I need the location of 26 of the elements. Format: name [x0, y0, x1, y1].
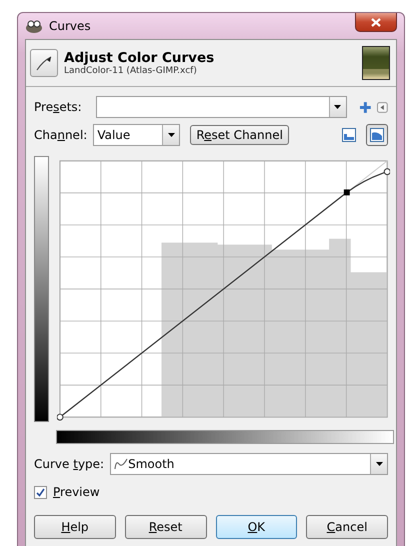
log-histogram-button[interactable] — [366, 124, 388, 146]
presets-label: Presets: — [34, 100, 82, 114]
curves-tool-icon — [30, 49, 58, 77]
curve-type-label: Curve type: — [34, 457, 104, 471]
close-icon — [371, 18, 381, 26]
window-title: Curves — [49, 19, 91, 33]
preview-label: Preview — [53, 485, 100, 499]
app-icon — [25, 19, 43, 33]
smooth-curve-icon — [114, 458, 128, 470]
dialog-button[interactable]: Reset — [124, 515, 206, 539]
close-button[interactable] — [355, 13, 397, 32]
dropdown-arrow-icon — [376, 462, 382, 466]
dropdown-arrow-icon — [168, 133, 175, 137]
channel-label: Channel: — [34, 128, 88, 142]
presets-combo[interactable] — [96, 96, 346, 118]
dropdown-arrow-icon — [334, 105, 341, 109]
dialog-title: Adjust Color Curves — [64, 50, 214, 66]
image-name: LandColor-11 (Atlas-GIMP.xcf) — [64, 66, 198, 76]
reset-channel-button[interactable]: Reset Channel — [190, 125, 289, 145]
preview-checkbox[interactable] — [34, 486, 47, 498]
dialog-button[interactable]: OK — [216, 515, 298, 539]
dialog-button[interactable]: Help — [34, 515, 116, 539]
curve-type-combo[interactable]: Smooth — [110, 453, 388, 475]
dialog-button[interactable]: Cancel — [306, 515, 388, 539]
add-icon[interactable] — [358, 100, 372, 114]
channel-combo[interactable]: Value — [93, 124, 180, 146]
